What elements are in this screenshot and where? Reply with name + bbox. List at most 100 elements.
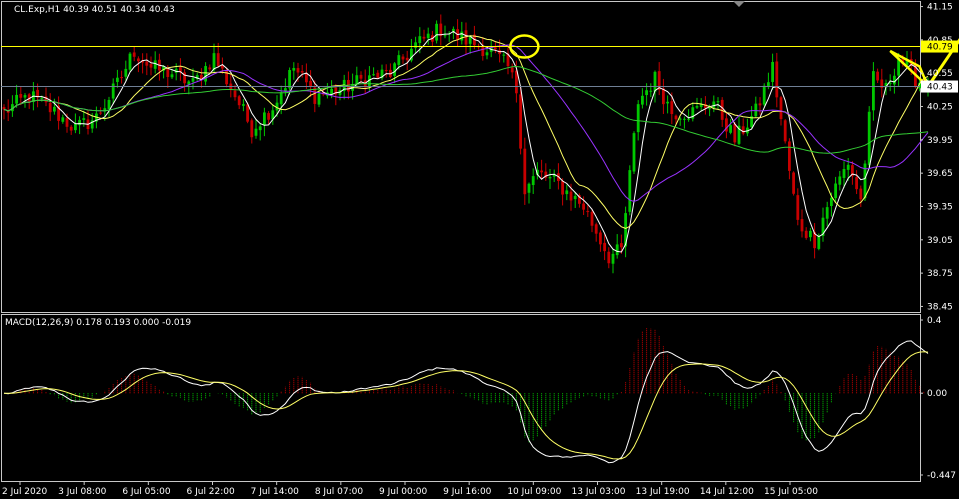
candle-body — [636, 104, 640, 133]
candle-body — [842, 169, 846, 178]
candle-body — [263, 112, 266, 126]
candle-body — [628, 170, 632, 212]
candle-body — [641, 95, 644, 105]
candle-body — [376, 72, 380, 78]
candle-body — [611, 253, 615, 264]
candle-body — [796, 195, 800, 220]
candle-body — [876, 71, 879, 81]
candle-body — [250, 120, 254, 138]
candle-body — [708, 108, 711, 110]
macd-plot-frame — [1, 314, 921, 482]
price-level-label: 40.43 — [927, 83, 953, 93]
candle-body — [632, 133, 636, 172]
candle-body — [733, 123, 737, 143]
candle-body — [662, 88, 665, 105]
candle-body — [674, 115, 678, 120]
candle-body — [132, 52, 136, 57]
time-tick-label: 8 Jul 07:00 — [315, 487, 364, 497]
candle-body — [586, 211, 590, 213]
candle-body — [565, 190, 569, 195]
price-tick-label: 39.35 — [927, 202, 953, 212]
candle-body — [788, 141, 791, 171]
candle-body — [405, 57, 409, 61]
candle-body — [292, 68, 296, 71]
candle-body — [170, 74, 174, 78]
candle-body — [502, 54, 506, 56]
candle-body — [582, 203, 585, 210]
candle-body — [653, 71, 657, 92]
candle-body — [300, 70, 304, 73]
candle-body — [809, 230, 812, 238]
price-tick-label: 38.75 — [927, 269, 953, 279]
candle-body — [422, 36, 426, 39]
candle-body — [149, 64, 153, 68]
chart-frames — [1, 1, 921, 482]
candle-body — [78, 119, 81, 126]
candle-body — [120, 77, 123, 79]
time-tick-label: 9 Jul 00:00 — [379, 487, 428, 497]
candle-body — [804, 230, 808, 238]
candle-body — [460, 31, 464, 41]
time-tick-label: 13 Jul 03:00 — [572, 487, 626, 497]
candle-body — [779, 97, 783, 120]
candle-body — [561, 180, 564, 195]
candle-body — [838, 176, 842, 185]
candle-body — [695, 106, 699, 108]
candle-body — [494, 47, 497, 50]
candle-body — [82, 118, 86, 120]
candle-body — [107, 99, 111, 110]
candle-body — [237, 96, 241, 106]
macd-tick-label: -0.447 — [927, 471, 956, 481]
candle-body — [620, 243, 623, 248]
candle-body — [191, 78, 195, 82]
candle-body — [372, 74, 375, 76]
candle-body — [825, 207, 829, 219]
candle-body — [599, 232, 602, 245]
price-tick-label: 39.05 — [927, 236, 953, 246]
candle-body — [309, 80, 312, 87]
candle-body — [426, 33, 430, 39]
candle-body — [615, 244, 619, 256]
candle-body — [242, 104, 245, 106]
candle-body — [607, 251, 611, 264]
candle-body — [687, 118, 690, 120]
candle-body — [859, 188, 863, 200]
candle-body — [99, 112, 102, 114]
candle-body — [573, 195, 577, 200]
candle-body — [414, 42, 417, 48]
main-chart-header: CL.Exp,H1 40.39 40.51 40.34 40.43 — [14, 5, 175, 15]
candle-body — [330, 88, 333, 95]
candle-body — [855, 177, 858, 190]
candle-body — [212, 53, 216, 71]
candle-body — [137, 58, 140, 62]
candle-body — [603, 242, 606, 252]
candle-body — [128, 53, 132, 70]
candle-body — [867, 111, 871, 166]
candle-body — [267, 113, 270, 120]
price-tick-label: 41.15 — [927, 3, 953, 13]
candle-body — [670, 101, 674, 115]
headers-layer: CL.Exp,H1 40.39 40.51 40.34 40.43 MACD(1… — [5, 5, 191, 328]
candle-body — [792, 172, 795, 194]
candle-body — [258, 126, 262, 131]
candle-body — [53, 106, 56, 112]
time-tick-label: 14 Jul 12:00 — [700, 487, 754, 497]
candle-body — [775, 61, 779, 98]
candle-body — [846, 164, 850, 170]
candle-body — [527, 183, 531, 193]
candle-body — [384, 70, 388, 72]
candle-body — [401, 56, 405, 60]
candle-body — [69, 126, 73, 131]
candle-body — [19, 93, 23, 98]
candle-body — [800, 219, 804, 232]
candle-body — [61, 117, 65, 122]
candle-body — [317, 93, 321, 105]
candle-body — [590, 211, 594, 226]
trading-chart[interactable]: 41.1540.8540.5540.2539.9539.6539.3539.05… — [0, 0, 959, 499]
candle-body — [15, 94, 18, 104]
candle-body — [397, 55, 401, 65]
candle-body — [254, 128, 258, 136]
candle-body — [657, 71, 661, 90]
time-tick-label: 6 Jul 05:00 — [122, 487, 171, 497]
candle-body — [296, 68, 300, 73]
